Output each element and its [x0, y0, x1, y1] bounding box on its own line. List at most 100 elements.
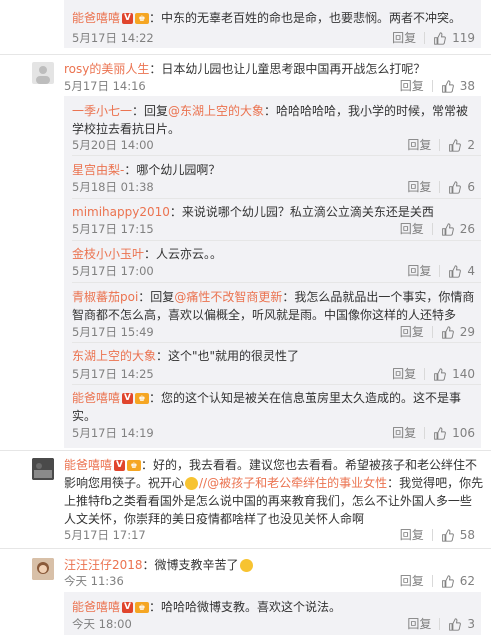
divider — [431, 529, 433, 541]
username-link[interactable]: rosy的美丽人生 — [64, 62, 149, 76]
reply-body: ：哈哈哈微博支教。喜欢这个说法。 — [149, 600, 342, 614]
reply-text-line2: 智商都不怎么高，喜欢以偏概全，听风就是雨。中国像你这样的人还特多 — [72, 308, 457, 322]
divider — [0, 54, 491, 55]
reply-text: 能爸嘻嘻 V ♚ ：中东的无辜老百姓的命也是命，也要悲悯。两者不冲突。 — [72, 9, 461, 27]
level-badge-icon: ♚ — [127, 460, 142, 471]
level-badge-icon: ♚ — [135, 13, 150, 24]
like-icon[interactable] — [448, 138, 462, 152]
like-icon[interactable] — [441, 222, 454, 236]
like-icon[interactable] — [441, 528, 454, 542]
reply-button[interactable]: 回复 — [400, 573, 424, 589]
comment-body: ：日本幼儿园也让儿童思考跟中国再开战怎么打呢？ — [149, 62, 426, 76]
reply-body: ：哪个幼儿园啊？ — [124, 163, 221, 177]
reply-button[interactable]: 回复 — [400, 78, 424, 94]
like-icon[interactable] — [433, 367, 446, 381]
reply-text: 一季小七一：回复@东湖上空的大象：哈哈哈哈哈，我小学的时候，常常被 — [72, 102, 468, 120]
like-count: 26 — [459, 222, 475, 236]
timestamp: 今天 18:00 — [72, 617, 132, 631]
reply-text: 能爸嘻嘻 V ♚ ：哈哈哈微博支教。喜欢这个说法。 — [72, 598, 341, 616]
divider — [424, 32, 426, 44]
reply-body: ：中东的无辜老百姓的命也是命，也要悲悯。两者不冲突。 — [149, 11, 462, 25]
like-icon[interactable] — [441, 574, 454, 588]
reply-actions: 回复 106 — [392, 425, 475, 441]
like-count: 6 — [467, 180, 475, 194]
like-icon[interactable] — [433, 31, 446, 45]
username-link[interactable]: mimihappy2010 — [72, 205, 170, 219]
timestamp: 5月20日 14:00 — [72, 138, 154, 152]
reply-text: 金枝小小玉叶：人云亦云。。 — [72, 245, 222, 263]
username-link[interactable]: 星宫由梨- — [72, 163, 124, 177]
comment-actions: 回复 38 — [400, 78, 475, 94]
divider — [431, 575, 433, 587]
like-icon[interactable] — [441, 325, 454, 339]
comment-actions: 回复 62 — [400, 573, 475, 589]
reply-text: 能爸嘻嘻 V ♚ ：您的这个认知是被关在信息茧房里太久造成的。这不是事 — [72, 389, 461, 407]
reply-button[interactable]: 回复 — [400, 221, 424, 237]
like-icon[interactable] — [448, 617, 462, 631]
divider — [431, 223, 433, 235]
username-link[interactable]: 东湖上空的大象 — [72, 349, 156, 363]
comment-text-line4: 人文关怀，你崇拜的美日疫情都啥样了也没见关怀人命啊 — [64, 512, 365, 526]
divider — [439, 618, 441, 630]
reply-text: mimihappy2010：来说说哪个幼儿园？私立滴公立滴关东还是关西 — [72, 203, 434, 221]
reply-button[interactable]: 回复 — [407, 137, 431, 153]
username-link[interactable]: 汪汪汪仔2018 — [64, 558, 143, 572]
mention-link[interactable]: @痛性不改智商更新 — [174, 290, 282, 304]
username-link[interactable]: 能爸嘻嘻 — [72, 11, 120, 25]
avatar[interactable] — [32, 458, 54, 480]
reply-body: ：我怎么品就品出一个事实，你情商 — [282, 290, 475, 304]
timestamp: 5月17日 15:49 — [72, 325, 154, 339]
avatar[interactable] — [32, 62, 54, 84]
reply-button[interactable]: 回复 — [392, 366, 416, 382]
divider — [72, 240, 481, 241]
username-link[interactable]: 能爸嘻嘻 — [64, 458, 112, 472]
mention-link[interactable]: @东湖上空的大象 — [168, 104, 264, 118]
like-icon[interactable] — [448, 180, 462, 194]
reply-button[interactable]: 回复 — [400, 527, 424, 543]
reply-button[interactable]: 回复 — [407, 616, 431, 632]
reply-button[interactable]: 回复 — [392, 30, 416, 46]
username-link[interactable]: 金枝小小玉叶 — [72, 247, 144, 261]
reply-prefix: ：回复 — [138, 290, 175, 304]
comment-body: ：我觉得吧，你先 — [387, 476, 484, 490]
reply-actions: 回复 2 — [407, 137, 475, 153]
reply-actions: 回复 26 — [400, 221, 475, 237]
timestamp: 5月17日 14:19 — [72, 426, 154, 440]
like-icon[interactable] — [433, 426, 446, 440]
reply-body: ：来说说哪个幼儿园？私立滴公立滴关东还是关西 — [169, 205, 434, 219]
divider — [0, 450, 491, 451]
timestamp: 5月17日 17:17 — [64, 528, 146, 542]
reply-text: 青椒蕃茄poi：回复@痛性不改智商更新：我怎么品就品出一个事实，你情商 — [72, 288, 474, 306]
divider — [72, 155, 481, 156]
timestamp: 5月17日 14:16 — [64, 79, 146, 93]
divider — [439, 265, 441, 277]
reply-button[interactable]: 回复 — [407, 179, 431, 195]
reply-button[interactable]: 回复 — [392, 425, 416, 441]
timestamp: 5月17日 17:15 — [72, 222, 154, 236]
username-link[interactable]: 一季小七一 — [72, 104, 132, 118]
username-link[interactable]: 能爸嘻嘻 — [72, 600, 120, 614]
like-icon[interactable] — [441, 79, 454, 93]
comment-text-line3: 上推特fb之类看看国外是怎么说中国的再来教育我们，怎么不让外国人多一些 — [64, 494, 472, 508]
divider — [439, 181, 441, 193]
like-count: 4 — [467, 264, 475, 278]
like-count: 119 — [452, 31, 475, 45]
reply-button[interactable]: 回复 — [407, 263, 431, 279]
comment-text: rosy的美丽人生：日本幼儿园也让儿童思考跟中国再开战怎么打呢？ — [64, 60, 425, 78]
like-count: 106 — [452, 426, 475, 440]
like-icon[interactable] — [448, 264, 462, 278]
avatar[interactable] — [32, 558, 54, 580]
reply-actions: 回复 119 — [392, 30, 475, 46]
reply-actions: 回复 6 — [407, 179, 475, 195]
username-link[interactable]: 能爸嘻嘻 — [72, 391, 120, 405]
reply-button[interactable]: 回复 — [400, 324, 424, 340]
username-link[interactable]: 青椒蕃茄poi — [72, 290, 138, 304]
divider — [431, 80, 433, 92]
comment-text: 能爸嘻嘻 V ♚ ：好的，我去看看。建议您也去看看。希望被孩子和老公绊住不 — [64, 456, 477, 474]
mention-link[interactable]: //@被孩子和老公牵绊住的事业女性 — [199, 476, 387, 490]
reply-body: ：这个"也"就用的很灵性了 — [156, 349, 300, 363]
verified-icon: V — [122, 393, 134, 404]
reply-actions: 回复 29 — [400, 324, 475, 340]
level-badge-icon: ♚ — [135, 393, 150, 404]
divider — [72, 198, 481, 199]
